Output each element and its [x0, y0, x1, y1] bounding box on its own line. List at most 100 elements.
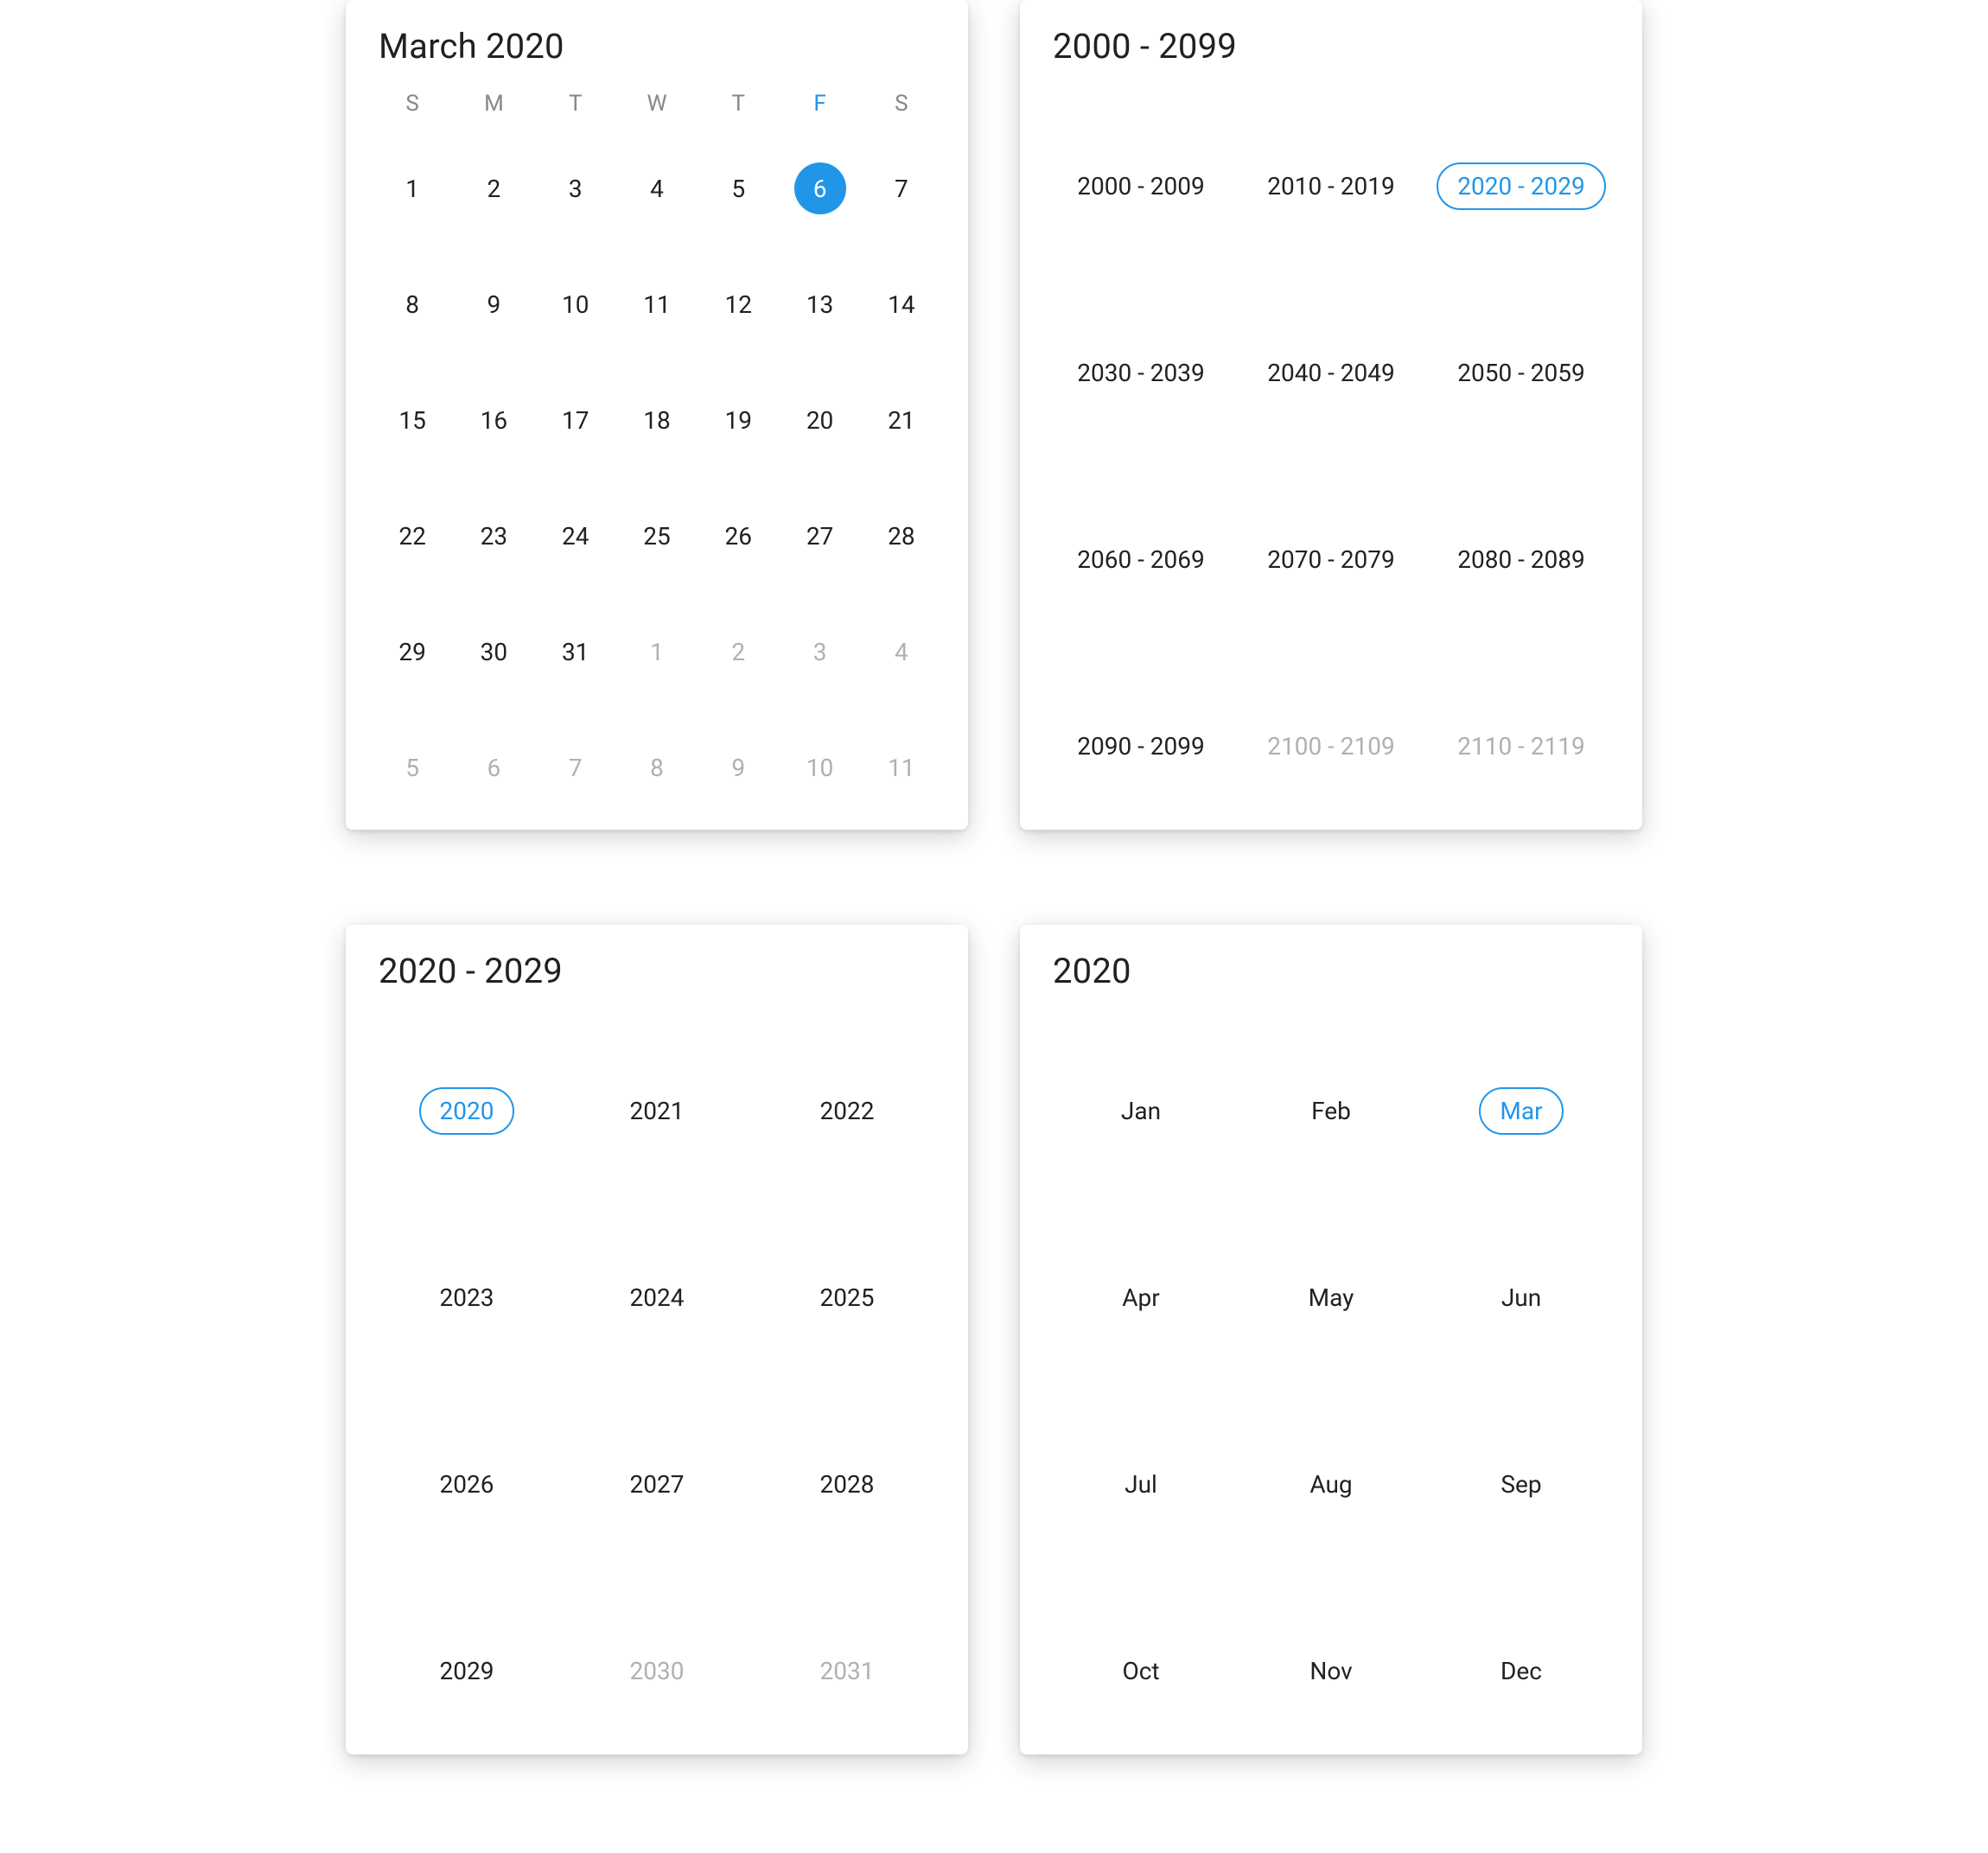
day-cell[interactable]: 22: [372, 478, 453, 594]
day-cell[interactable]: 6: [453, 710, 534, 825]
day-cell[interactable]: 7: [861, 131, 942, 246]
month-cell[interactable]: Dec: [1426, 1577, 1616, 1764]
day-cell[interactable]: 14: [861, 246, 942, 362]
day-cell[interactable]: 8: [372, 246, 453, 362]
day-cell[interactable]: 11: [861, 710, 942, 825]
day-cell[interactable]: 20: [779, 362, 860, 478]
day-cell[interactable]: 8: [616, 710, 698, 825]
month-cell[interactable]: Jan: [1046, 1017, 1236, 1204]
month-cell-label: Oct: [1103, 1649, 1178, 1693]
day-cell[interactable]: 3: [535, 131, 616, 246]
day-cell[interactable]: 13: [779, 246, 860, 362]
decade-range-cell[interactable]: 2010 - 2019: [1236, 92, 1426, 279]
day-cell[interactable]: 31: [535, 594, 616, 710]
day-cell[interactable]: 6: [779, 131, 860, 246]
day-number: 10: [794, 742, 846, 793]
decade-range-cell[interactable]: 2060 - 2069: [1046, 466, 1236, 653]
decade-range-cell[interactable]: 2080 - 2089: [1426, 466, 1616, 653]
day-cell[interactable]: 9: [453, 246, 534, 362]
day-cell[interactable]: 30: [453, 594, 534, 710]
day-number: 15: [386, 394, 438, 446]
day-cell[interactable]: 1: [616, 594, 698, 710]
day-cell[interactable]: 11: [616, 246, 698, 362]
month-cell[interactable]: Mar: [1426, 1017, 1616, 1204]
decade-range-cell[interactable]: 2110 - 2119: [1426, 653, 1616, 839]
month-cell[interactable]: Sep: [1426, 1391, 1616, 1577]
day-cell[interactable]: 10: [535, 246, 616, 362]
month-cell[interactable]: Nov: [1236, 1577, 1426, 1764]
year-cell[interactable]: 2023: [372, 1204, 562, 1391]
year-cell[interactable]: 2028: [752, 1391, 942, 1577]
month-cell[interactable]: Jun: [1426, 1204, 1616, 1391]
day-cell[interactable]: 4: [616, 131, 698, 246]
day-number: 22: [386, 510, 438, 562]
day-cell[interactable]: 12: [698, 246, 779, 362]
day-cell[interactable]: 9: [698, 710, 779, 825]
decade-range-cell[interactable]: 2020 - 2029: [1426, 92, 1616, 279]
month-cell[interactable]: Aug: [1236, 1391, 1426, 1577]
day-cell[interactable]: 26: [698, 478, 779, 594]
decade-range-cell[interactable]: 2050 - 2059: [1426, 279, 1616, 466]
day-cell[interactable]: 21: [861, 362, 942, 478]
month-picker-title[interactable]: 2020: [1053, 951, 1616, 991]
year-cell[interactable]: 2026: [372, 1391, 562, 1577]
day-cell[interactable]: 23: [453, 478, 534, 594]
year-cell[interactable]: 2025: [752, 1204, 942, 1391]
day-cell[interactable]: 7: [535, 710, 616, 825]
day-cell[interactable]: 28: [861, 478, 942, 594]
day-number: 4: [876, 626, 927, 678]
decade-range-cell[interactable]: 2070 - 2079: [1236, 466, 1426, 653]
month-cell[interactable]: Apr: [1046, 1204, 1236, 1391]
day-number: 6: [468, 742, 519, 793]
decade-picker-title[interactable]: 2020 - 2029: [379, 951, 942, 991]
century-picker-title[interactable]: 2000 - 2099: [1053, 26, 1616, 67]
day-number: 5: [712, 162, 764, 214]
day-number: 28: [876, 510, 927, 562]
decade-range-cell-label: 2100 - 2109: [1248, 724, 1414, 768]
day-cell[interactable]: 3: [779, 594, 860, 710]
month-cell[interactable]: May: [1236, 1204, 1426, 1391]
day-cell[interactable]: 10: [779, 710, 860, 825]
day-cell[interactable]: 2: [453, 131, 534, 246]
day-cell[interactable]: 18: [616, 362, 698, 478]
day-number: 29: [386, 626, 438, 678]
day-cell[interactable]: 4: [861, 594, 942, 710]
decade-range-cell[interactable]: 2100 - 2109: [1236, 653, 1426, 839]
decade-range-cell[interactable]: 2030 - 2039: [1046, 279, 1236, 466]
day-cell[interactable]: 29: [372, 594, 453, 710]
year-cell[interactable]: 2027: [562, 1391, 752, 1577]
day-cell[interactable]: 27: [779, 478, 860, 594]
day-number: 9: [468, 278, 519, 330]
year-cell[interactable]: 2030: [562, 1577, 752, 1764]
day-cell[interactable]: 2: [698, 594, 779, 710]
month-cell-label: Jan: [1102, 1089, 1180, 1133]
year-cell[interactable]: 2020: [372, 1017, 562, 1204]
day-cell[interactable]: 17: [535, 362, 616, 478]
year-cell[interactable]: 2024: [562, 1204, 752, 1391]
day-number: 21: [876, 394, 927, 446]
year-cell[interactable]: 2029: [372, 1577, 562, 1764]
decade-range-cell-label: 2010 - 2019: [1248, 164, 1414, 208]
day-cell[interactable]: 16: [453, 362, 534, 478]
day-cell[interactable]: 15: [372, 362, 453, 478]
day-calendar-title[interactable]: March 2020: [379, 26, 942, 67]
day-cell[interactable]: 5: [372, 710, 453, 825]
day-cell[interactable]: 19: [698, 362, 779, 478]
year-cell[interactable]: 2022: [752, 1017, 942, 1204]
year-cell-label: 2026: [421, 1462, 513, 1506]
day-cell[interactable]: 24: [535, 478, 616, 594]
decade-range-cell[interactable]: 2040 - 2049: [1236, 279, 1426, 466]
year-cell-label: 2028: [801, 1462, 894, 1506]
month-cell-label: Aug: [1290, 1462, 1371, 1506]
day-cell[interactable]: 5: [698, 131, 779, 246]
decade-range-cell[interactable]: 2090 - 2099: [1046, 653, 1236, 839]
decade-range-cell[interactable]: 2000 - 2009: [1046, 92, 1236, 279]
day-number: 18: [631, 394, 683, 446]
month-cell[interactable]: Feb: [1236, 1017, 1426, 1204]
year-cell[interactable]: 2031: [752, 1577, 942, 1764]
month-cell[interactable]: Oct: [1046, 1577, 1236, 1764]
month-cell[interactable]: Jul: [1046, 1391, 1236, 1577]
year-cell[interactable]: 2021: [562, 1017, 752, 1204]
day-cell[interactable]: 25: [616, 478, 698, 594]
day-cell[interactable]: 1: [372, 131, 453, 246]
